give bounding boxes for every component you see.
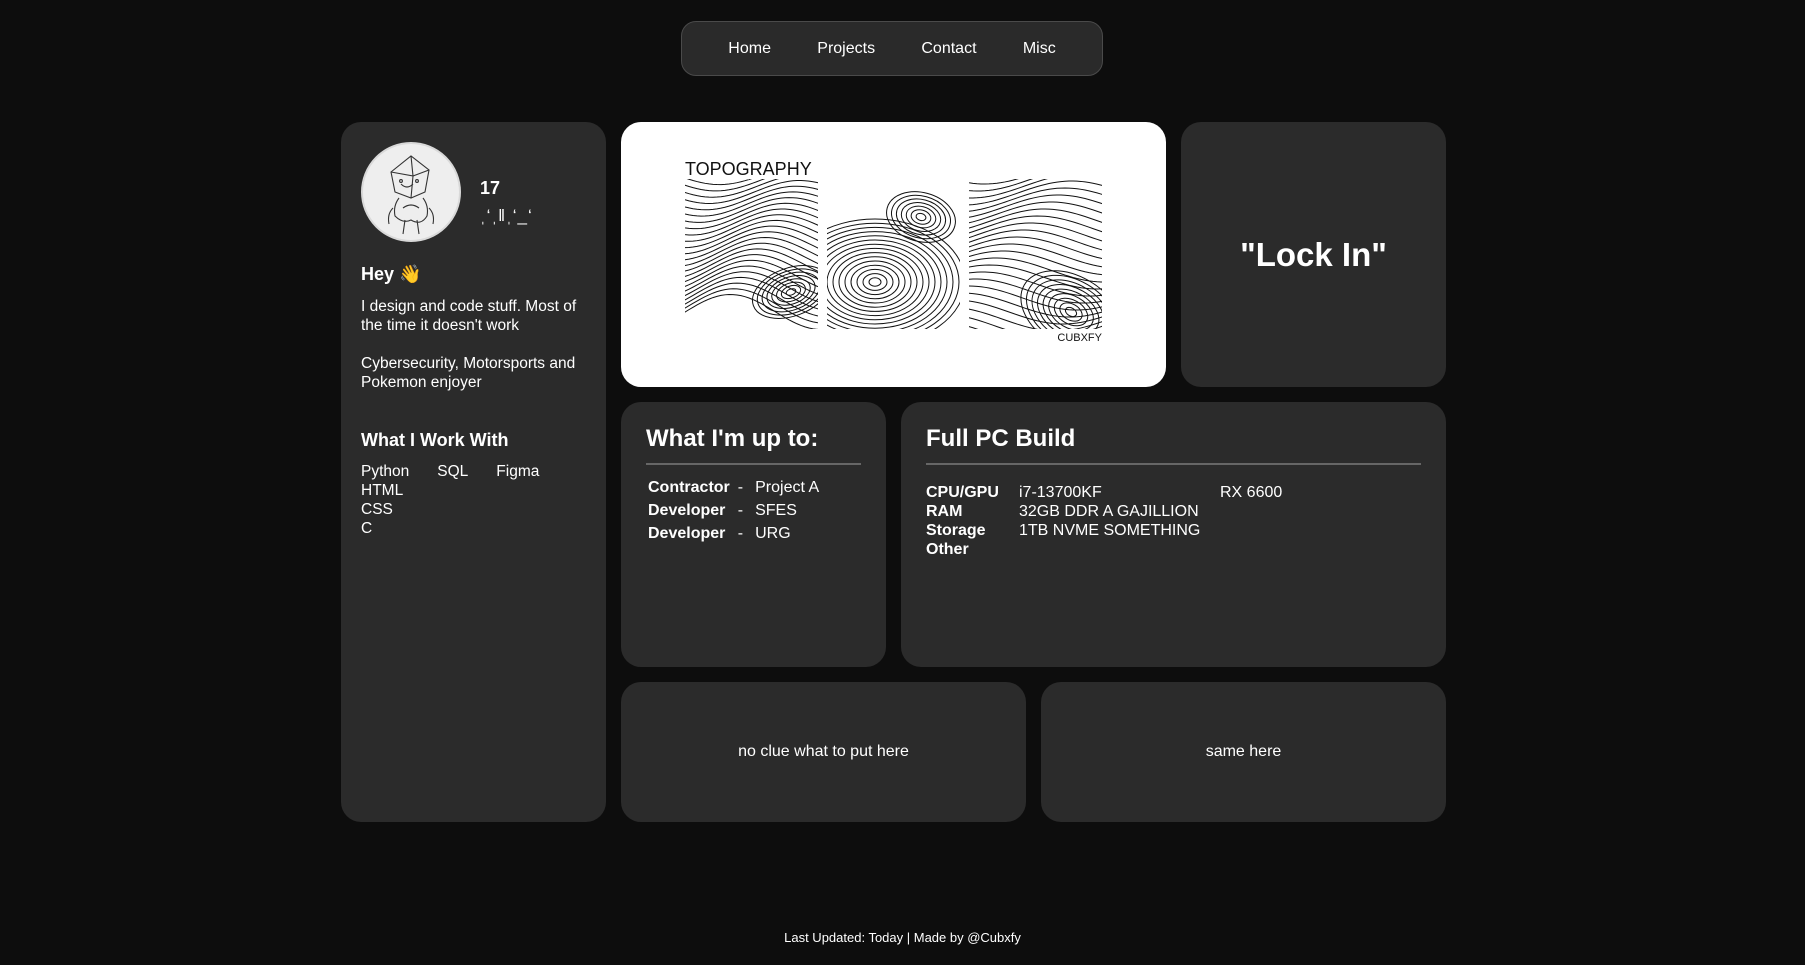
spec-label: RAM	[926, 503, 963, 520]
nav-misc-link[interactable]: Misc	[1023, 40, 1056, 58]
topography-artwork-card: TOPOGRAPHY CUBXFY	[621, 122, 1166, 387]
project-cell: SFES	[755, 502, 797, 519]
motto-card: "Lock In"	[1181, 122, 1446, 387]
motto-text: "Lock In"	[1240, 235, 1387, 273]
spec-value: i7-13700KF	[1019, 484, 1102, 501]
dash-cell: -	[737, 479, 744, 496]
interests-text: Cybersecurity, Motorsports and Pokemon e…	[361, 355, 576, 391]
role-cell: Developer	[648, 502, 726, 519]
placeholder-text: no clue what to put here	[738, 743, 909, 760]
spec-label: Storage	[926, 522, 986, 539]
pc-build-card: Full PC Build CPU/GPU i7-13700KF RX 6600…	[901, 402, 1446, 667]
spec-extra: RX 6600	[1220, 484, 1283, 501]
spec-row: CPU/GPU i7-13700KF RX 6600	[926, 483, 1421, 502]
spec-label: Other	[926, 541, 969, 558]
avatar-illustration-icon	[387, 155, 435, 235]
table-row: Contractor - Project A	[646, 477, 821, 500]
skill-item: CSS	[361, 501, 393, 518]
skill-item: HTML	[361, 482, 404, 499]
bio-text: I design and code stuff. Most of the tim…	[361, 298, 577, 334]
spec-value: 32GB DDR A GAJILLION	[1019, 503, 1199, 520]
nav-home-link[interactable]: Home	[728, 40, 771, 58]
spec-row: RAM 32GB DDR A GAJILLION	[926, 502, 1421, 521]
current-work-table: Contractor - Project A Developer - SFES …	[646, 477, 821, 546]
pc-build-title: Full PC Build	[926, 425, 1421, 465]
table-row: Developer - SFES	[646, 500, 821, 523]
role-cell: Developer	[648, 525, 726, 542]
greeting-heading: Hey 👋	[361, 264, 422, 284]
dash-cell: -	[737, 502, 744, 519]
project-cell: URG	[755, 525, 791, 542]
skills-list: Python SQL Figma HTML CSS C	[361, 462, 567, 538]
project-cell: Project A	[755, 479, 820, 496]
decorative-glyph-text: ˌ‘ˌ‖ˌ‘_‘	[480, 206, 533, 225]
topography-title: TOPOGRAPHY	[685, 159, 812, 179]
topography-artwork: TOPOGRAPHY CUBXFY	[685, 159, 1103, 344]
placeholder-card-left: no clue what to put here	[621, 682, 1026, 822]
role-cell: Contractor	[648, 479, 730, 496]
topography-credit: CUBXFY	[1057, 332, 1102, 344]
skill-item: C	[361, 520, 373, 537]
spec-row: Storage 1TB NVME SOMETHING	[926, 521, 1421, 540]
placeholder-card-right: same here	[1041, 682, 1446, 822]
age-label: 17	[480, 178, 501, 198]
pc-specs-list: CPU/GPU i7-13700KF RX 6600 RAM 32GB DDR …	[926, 483, 1421, 559]
footer-text: Last Updated: Today | Made by @Cubxfy	[784, 930, 1021, 945]
topo-panel-3	[969, 179, 1102, 329]
spec-label: CPU/GPU	[926, 484, 999, 501]
placeholder-text: same here	[1205, 743, 1282, 760]
nav-projects-link[interactable]: Projects	[817, 40, 875, 58]
spec-value: 1TB NVME SOMETHING	[1019, 522, 1201, 539]
skill-item: Python	[361, 463, 410, 480]
current-work-card: What I'm up to: Contractor - Project A D…	[621, 402, 886, 667]
top-nav: Home Projects Contact Misc	[681, 21, 1103, 76]
dash-cell: -	[737, 525, 744, 542]
nav-contact-link[interactable]: Contact	[921, 40, 976, 58]
spec-row: Other	[926, 540, 1421, 559]
current-work-title: What I'm up to:	[646, 425, 861, 465]
skills-heading: What I Work With	[361, 430, 509, 450]
table-row: Developer - URG	[646, 523, 821, 546]
spec-value	[1019, 540, 1220, 559]
profile-card: 17 ˌ‘ˌ‖ˌ‘_‘ Hey 👋 I design and code stuf…	[341, 122, 606, 822]
skill-item: SQL	[437, 463, 469, 480]
skill-item: Figma	[496, 463, 540, 480]
avatar	[361, 142, 461, 242]
